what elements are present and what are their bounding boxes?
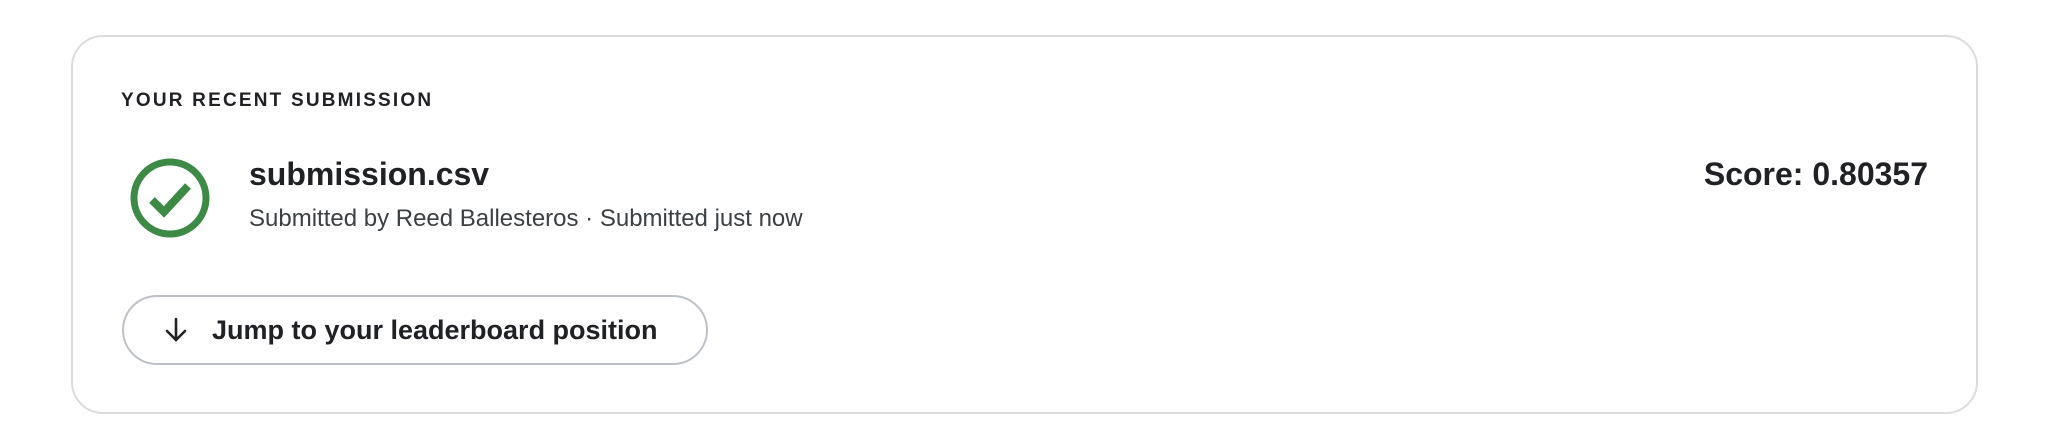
section-label: YOUR RECENT SUBMISSION bbox=[121, 90, 434, 111]
arrow-down-icon bbox=[165, 317, 187, 342]
recent-submission-card: YOUR RECENT SUBMISSION submission.csv Su… bbox=[71, 35, 1978, 414]
submission-meta: Submitted by Reed Ballesteros · Submitte… bbox=[249, 205, 803, 232]
jump-button-label: Jump to your leaderboard position bbox=[212, 314, 658, 345]
submission-score: Score: 0.80357 bbox=[1703, 156, 1928, 192]
check-circle-icon bbox=[129, 157, 211, 239]
submission-file-name: submission.csv bbox=[249, 156, 490, 192]
jump-to-leaderboard-button[interactable]: Jump to your leaderboard position bbox=[122, 295, 708, 365]
